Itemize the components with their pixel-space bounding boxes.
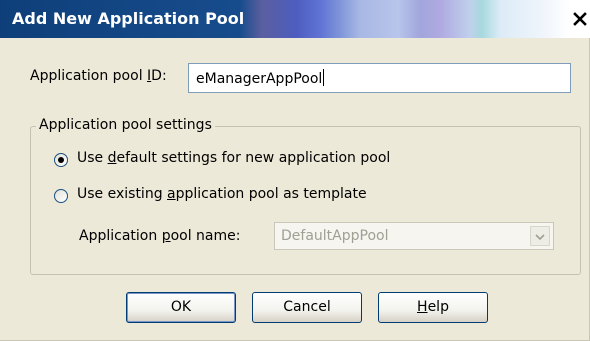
pool-id-value: eManagerAppPool: [196, 71, 323, 87]
pool-name-label-text: Application: [79, 228, 162, 244]
close-icon[interactable]: [572, 10, 588, 28]
pool-name-dropdown[interactable]: DefaultAppPool: [274, 222, 554, 250]
pool-settings-legend: Application pool settings: [36, 117, 215, 133]
pool-id-input[interactable]: eManagerAppPool: [188, 63, 571, 93]
close-icon-glyph: [573, 12, 587, 26]
pool-id-label: Application pool ID:: [30, 68, 167, 84]
dialog-title: Add New Application Pool: [12, 9, 245, 28]
chevron-down-icon-glyph: [535, 234, 545, 241]
existing-pool-text-end: pplication pool as template: [175, 186, 367, 202]
pool-id-label-text: Application pool: [30, 68, 148, 84]
cancel-button[interactable]: Cancel: [252, 292, 362, 323]
pool-name-label-accesskey: p: [161, 228, 171, 244]
pool-name-selected-value: DefaultAppPool: [281, 228, 389, 244]
title-bar[interactable]: Add New Application Pool: [0, 0, 590, 38]
text-caret: [323, 69, 325, 86]
default-settings-accesskey: d: [107, 150, 117, 166]
help-accesskey: H: [417, 299, 428, 315]
default-settings-text: Use: [77, 150, 108, 166]
pool-name-label-text-end: ool name:: [170, 228, 241, 244]
existing-pool-template-radio[interactable]: [54, 189, 68, 203]
pool-name-label: Application pool name:: [79, 228, 240, 244]
default-settings-radio[interactable]: [54, 153, 68, 167]
chevron-down-icon[interactable]: [530, 226, 550, 246]
existing-pool-template-option-label[interactable]: Use existing application pool as templat…: [77, 186, 367, 202]
existing-pool-text: Use existing: [77, 186, 168, 202]
existing-pool-accesskey: a: [167, 186, 176, 202]
ok-button[interactable]: OK: [126, 292, 236, 323]
default-settings-text-end: efault settings for new application pool: [116, 150, 391, 166]
radio-selected-dot: [58, 157, 64, 163]
help-label-text: elp: [427, 299, 449, 315]
add-application-pool-dialog: Add New Application Pool Application poo…: [0, 0, 590, 341]
default-settings-option-label[interactable]: Use default settings for new application…: [77, 150, 390, 166]
help-button[interactable]: Help: [378, 292, 488, 323]
pool-id-label-text-end: D:: [151, 68, 167, 84]
